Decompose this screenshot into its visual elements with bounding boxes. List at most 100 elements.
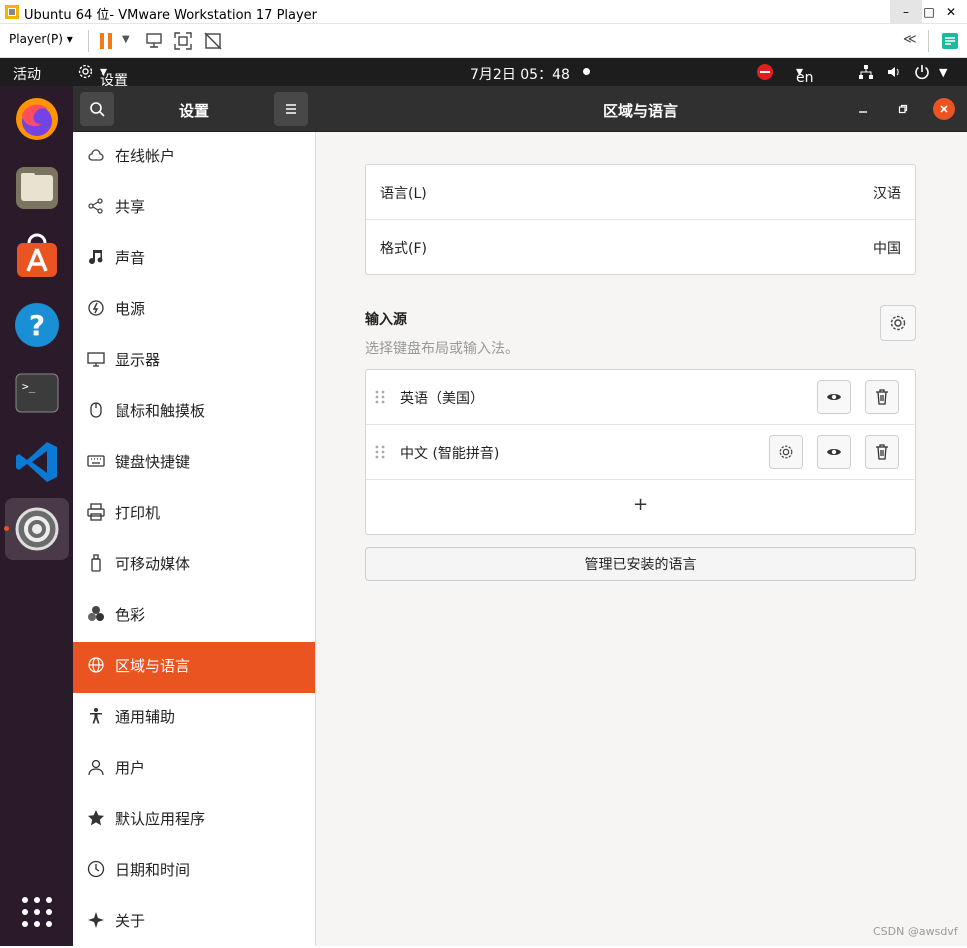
clock[interactable]: 7月2日 05：48	[470, 64, 570, 84]
cloud-icon	[88, 149, 104, 161]
color-icon	[88, 606, 104, 621]
network-icon[interactable]	[858, 64, 874, 80]
restore-icon	[898, 104, 908, 114]
sidebar-item-default-apps[interactable]: 默认应用程序	[73, 795, 315, 846]
language-value: 汉语	[873, 186, 901, 202]
formats-label: 格式(F)	[380, 241, 427, 257]
input-source-label: 英语（美国）	[400, 391, 484, 407]
main-header-bar: 区域与语言	[316, 86, 967, 132]
preview-layout-button[interactable]	[817, 435, 851, 469]
sidebar-item-power[interactable]: 电源	[73, 285, 315, 336]
sidebar-header: 设置	[73, 86, 316, 132]
pause-icon[interactable]	[99, 32, 113, 50]
fullscreen-icon[interactable]	[173, 31, 193, 51]
send-ctrl-alt-del-icon[interactable]	[144, 31, 164, 51]
sidebar-item-users[interactable]: 用户	[73, 744, 315, 795]
trash-icon	[876, 444, 888, 460]
remove-input-source-button[interactable]	[865, 380, 899, 414]
sidebar-item-removable-media[interactable]: 可移动媒体	[73, 540, 315, 591]
music-note-icon	[89, 250, 103, 265]
drag-handle-icon	[375, 445, 385, 459]
player-menu[interactable]: Player(P) ▾	[9, 32, 73, 46]
add-icon: +	[633, 494, 649, 515]
running-indicator-icon	[4, 526, 9, 531]
system-menu-dropdown-icon[interactable]: ▼	[939, 66, 947, 79]
app-center-icon[interactable]	[11, 230, 63, 282]
preview-layout-button[interactable]	[817, 380, 851, 414]
unity-icon[interactable]	[203, 31, 223, 51]
sidebar-item-online-accounts[interactable]: 在线帐户	[73, 132, 315, 183]
show-apps-icon[interactable]	[20, 895, 54, 929]
input-source-row[interactable]: 英语（美国）	[366, 370, 915, 425]
drag-handle-icon	[375, 390, 385, 404]
sidebar-item-date-time[interactable]: 日期和时间	[73, 846, 315, 897]
language-row[interactable]: 语言(L) 汉语	[366, 165, 915, 220]
header-minimize-button[interactable]	[852, 98, 874, 120]
sidebar-item-mouse-touchpad[interactable]: 鼠标和触摸板	[73, 387, 315, 438]
settings-app-icon[interactable]	[11, 503, 63, 555]
gear-icon	[779, 445, 793, 459]
terminal-icon[interactable]: >_	[11, 367, 63, 419]
formats-value: 中国	[873, 241, 901, 257]
remove-input-source-button[interactable]	[865, 435, 899, 469]
eye-icon	[827, 394, 841, 400]
printer-icon	[87, 503, 105, 521]
notification-dot-icon	[583, 68, 590, 75]
header-maximize-button[interactable]	[892, 98, 914, 120]
settings-gear-icon	[77, 63, 94, 80]
sidebar-item-color[interactable]: 色彩	[73, 591, 315, 642]
sidebar-item-sound[interactable]: 声音	[73, 234, 315, 285]
input-source-row[interactable]: 中文 (智能拼音)	[366, 425, 915, 480]
notes-icon[interactable]	[940, 31, 960, 51]
dock: ? >_	[0, 86, 73, 946]
minimize-icon	[859, 111, 867, 113]
formats-row[interactable]: 格式(F) 中国	[366, 220, 915, 275]
page-title: 区域与语言	[603, 102, 679, 120]
input-source-settings-button[interactable]	[769, 435, 803, 469]
sidebar-item-sharing[interactable]: 共享	[73, 183, 315, 234]
manage-languages-button[interactable]: 管理已安装的语言	[365, 547, 916, 581]
do-not-disturb-icon[interactable]	[757, 64, 773, 80]
power-menu-icon[interactable]	[914, 64, 930, 80]
user-icon	[88, 759, 104, 776]
add-input-source-row[interactable]: +	[366, 480, 915, 535]
sidebar-item-printers[interactable]: 打印机	[73, 489, 315, 540]
search-button[interactable]	[80, 92, 114, 126]
share-icon	[88, 198, 103, 214]
close-icon	[940, 105, 948, 113]
svg-text:?: ?	[29, 309, 45, 342]
firefox-icon[interactable]	[11, 93, 63, 145]
power-icon	[88, 300, 104, 316]
vmware-logo-icon	[4, 4, 20, 20]
files-icon[interactable]	[11, 162, 63, 214]
hamburger-menu-button[interactable]	[274, 92, 308, 126]
pause-dropdown-icon[interactable]: ▼	[122, 34, 130, 45]
app-menu[interactable]: 设置 ▾	[100, 64, 128, 89]
sidebar-item-accessibility[interactable]: 通用辅助	[73, 693, 315, 744]
help-icon[interactable]: ?	[11, 299, 63, 351]
mouse-icon	[90, 402, 102, 418]
eye-icon	[827, 449, 841, 455]
vscode-icon[interactable]	[11, 436, 63, 488]
keyboard-layout-indicator[interactable]: en ▾	[796, 64, 814, 86]
display-icon	[87, 352, 105, 367]
activities-button[interactable]: 活动	[13, 64, 41, 84]
volume-icon[interactable]	[886, 64, 902, 80]
input-source-label: 中文 (智能拼音)	[400, 446, 500, 462]
close-window-button[interactable]: ✕	[935, 0, 967, 24]
star-icon	[88, 810, 104, 826]
search-icon	[90, 102, 105, 117]
removable-media-icon	[91, 554, 101, 572]
sidebar-item-displays[interactable]: 显示器	[73, 336, 315, 387]
watermark: CSDN @awsdvf	[873, 925, 958, 938]
sidebar-item-keyboard-shortcuts[interactable]: 键盘快捷键	[73, 438, 315, 489]
accessibility-icon	[90, 708, 102, 724]
gear-icon	[890, 315, 906, 331]
input-source-options-button[interactable]	[880, 305, 916, 341]
sidebar-title: 设置	[179, 102, 210, 120]
header-close-button[interactable]	[933, 98, 955, 120]
vmware-toolbar: Player(P) ▾ ▼ ≪	[0, 24, 967, 58]
collapse-toolbar-icon[interactable]: ≪	[903, 32, 917, 47]
sidebar-item-region-language[interactable]: 区域与语言	[73, 642, 315, 693]
sidebar-item-about[interactable]: 关于	[73, 897, 315, 948]
